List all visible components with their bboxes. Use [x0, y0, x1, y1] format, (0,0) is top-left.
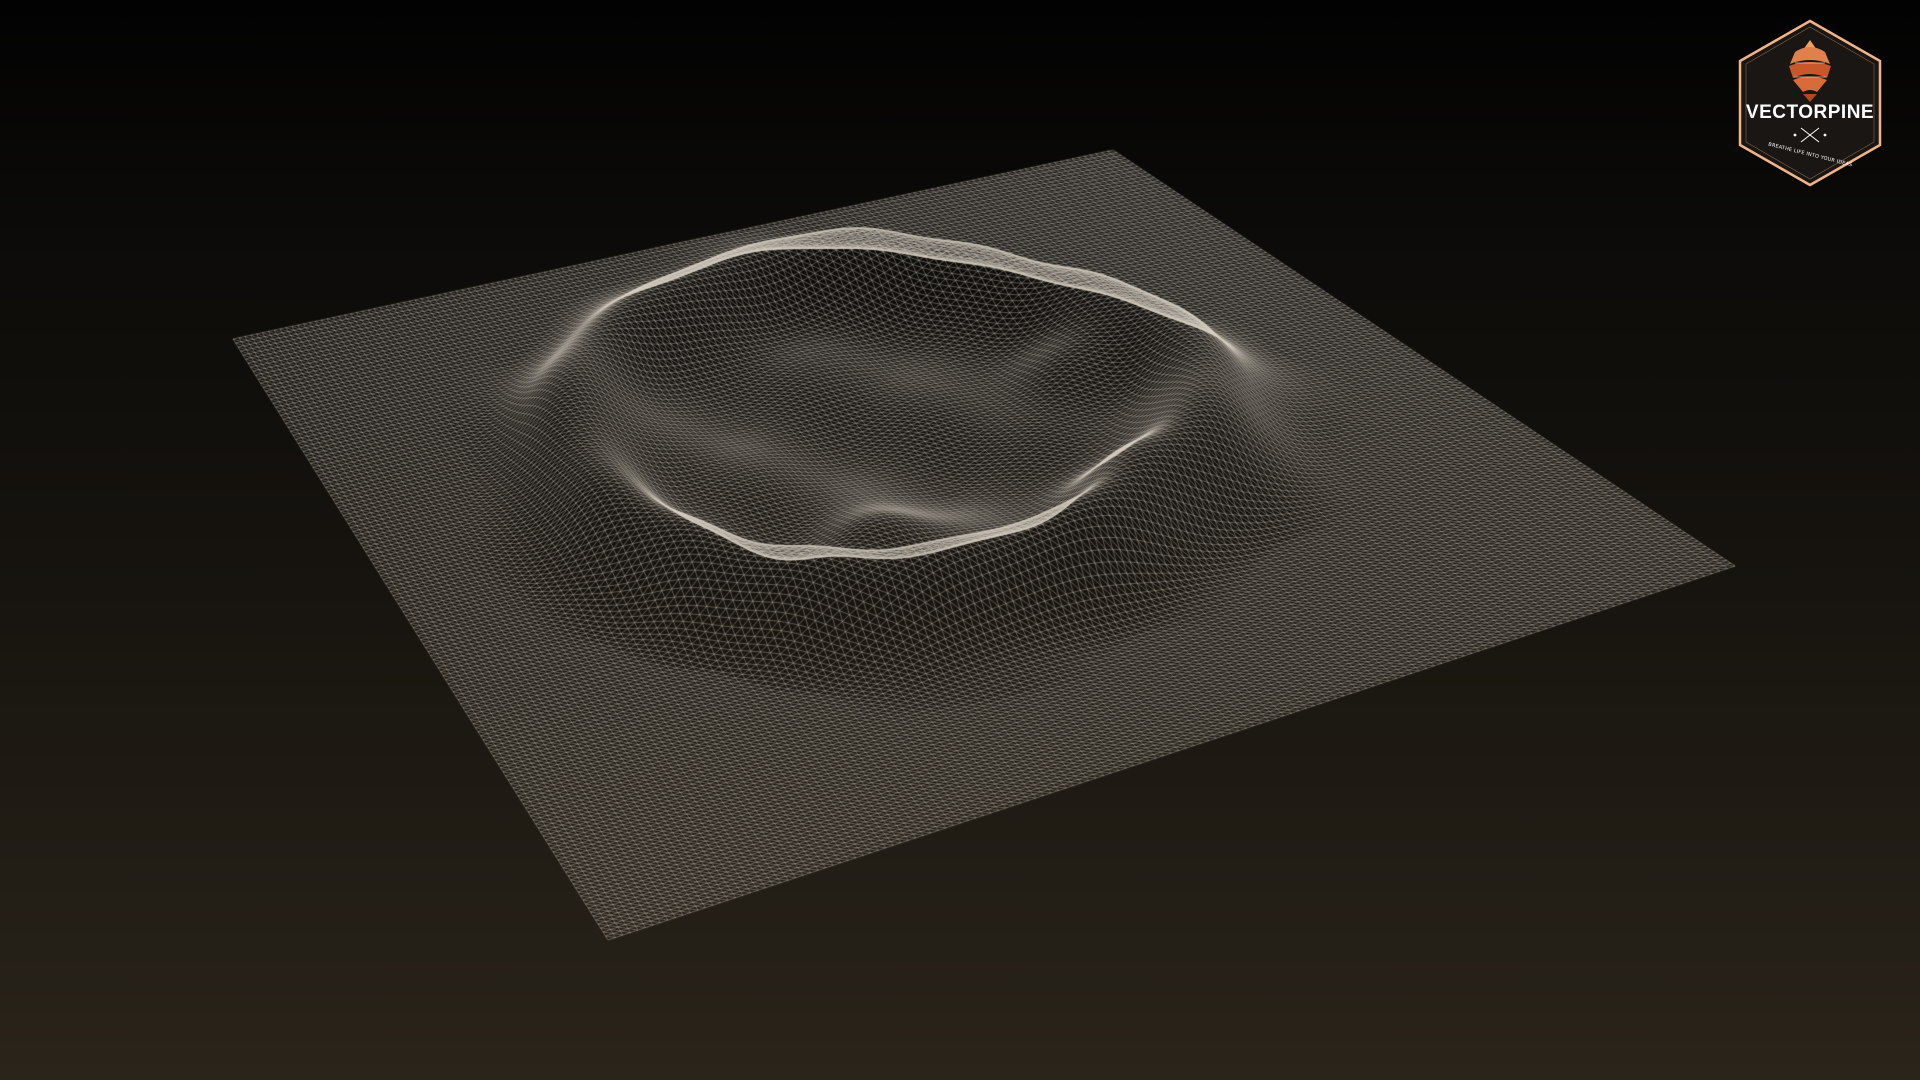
vectorpine-logo-badge: VECTORPINE BREATHE LIFE INTO YOUR IDEAS	[1735, 18, 1885, 188]
terrain-wireframe-viewport	[0, 0, 1920, 1080]
logo-brand-text: VECTORPINE	[1745, 102, 1875, 123]
